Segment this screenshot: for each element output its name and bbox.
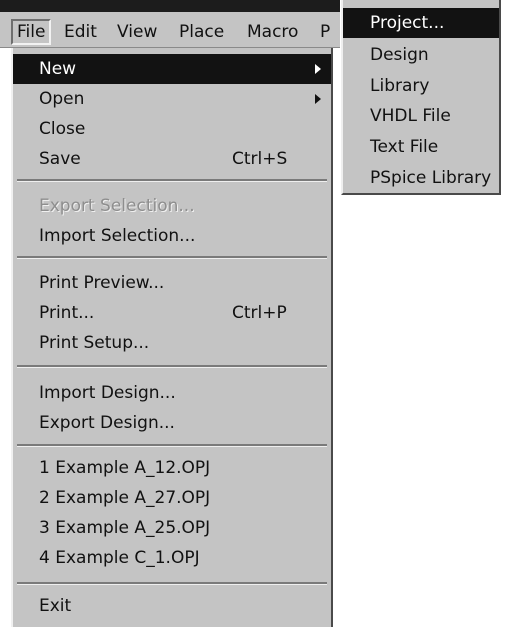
menu-item-recent-file[interactable]: 4 Example C_1.OPJ — [13, 543, 331, 573]
submenu-item-text-file[interactable]: Text File — [343, 132, 499, 162]
submenu-item-pspice-library[interactable]: PSpice Library — [343, 163, 499, 193]
menu-item-label: Print Preview... — [39, 273, 165, 293]
submenu-item-design[interactable]: Design — [343, 40, 499, 70]
menu-item-label: Print Setup... — [39, 333, 150, 353]
shortcut-label: Ctrl+S — [232, 149, 288, 169]
menu-item-label: 2 Example A_27.OPJ — [39, 488, 211, 508]
shortcut-label: Ctrl+P — [232, 303, 287, 323]
file-menu-dropdown: New Open Close Save Ctrl+S Export Select… — [11, 48, 333, 627]
menu-separator — [17, 582, 327, 585]
submenu-item-library[interactable]: Library — [343, 71, 499, 101]
menu-item-label: Save — [39, 149, 81, 169]
submenu-item-vhdl-file[interactable]: VHDL File — [343, 101, 499, 131]
menu-separator — [17, 444, 327, 447]
menu-pspice-truncated[interactable]: P — [320, 19, 330, 45]
title-bar-edge — [0, 0, 340, 12]
menu-item-label: Open — [39, 89, 85, 109]
menu-item-print-setup[interactable]: Print Setup... — [13, 328, 331, 358]
menu-item-exit[interactable]: Exit — [13, 591, 331, 621]
menu-item-recent-file[interactable]: 2 Example A_27.OPJ — [13, 483, 331, 513]
menu-item-label: Import Design... — [39, 383, 176, 403]
menu-place[interactable]: Place — [179, 19, 224, 45]
menu-item-label: 1 Example A_12.OPJ — [39, 458, 211, 478]
menu-item-label: Export Selection... — [39, 196, 195, 216]
menu-item-print[interactable]: Print... Ctrl+P — [13, 298, 331, 328]
menu-edit[interactable]: Edit — [64, 19, 97, 45]
menu-item-recent-file[interactable]: 1 Example A_12.OPJ — [13, 453, 331, 483]
menu-separator — [17, 179, 327, 182]
menu-item-label: Close — [39, 119, 86, 139]
menu-item-label: Export Design... — [39, 413, 175, 433]
menu-item-print-preview[interactable]: Print Preview... — [13, 268, 331, 298]
menu-separator — [17, 365, 327, 368]
menu-item-import-design[interactable]: Import Design... — [13, 378, 331, 408]
submenu-arrow-icon — [315, 64, 321, 74]
menu-item-label: 4 Example C_1.OPJ — [39, 548, 200, 568]
menu-item-export-design[interactable]: Export Design... — [13, 408, 331, 438]
menu-item-open[interactable]: Open — [13, 84, 331, 114]
menu-macro[interactable]: Macro — [247, 19, 298, 45]
menu-item-close[interactable]: Close — [13, 114, 331, 144]
menu-item-label: Exit — [39, 596, 72, 616]
menu-file[interactable]: File — [11, 19, 52, 45]
menu-bar: File Edit View Place Macro P — [0, 12, 340, 48]
menu-item-label: Print... — [39, 303, 95, 323]
new-submenu: Project... Design Library VHDL File Text… — [341, 0, 501, 195]
menu-separator — [17, 256, 327, 259]
menu-item-label: 3 Example A_25.OPJ — [39, 518, 211, 538]
submenu-arrow-icon — [315, 94, 321, 104]
menu-item-label: New — [39, 59, 77, 79]
submenu-item-project[interactable]: Project... — [343, 8, 499, 38]
menu-item-new[interactable]: New — [13, 54, 331, 84]
menu-item-export-selection: Export Selection... — [13, 191, 331, 221]
menu-item-label: Import Selection... — [39, 226, 196, 246]
menu-item-recent-file[interactable]: 3 Example A_25.OPJ — [13, 513, 331, 543]
menu-item-import-selection[interactable]: Import Selection... — [13, 221, 331, 251]
menu-view[interactable]: View — [117, 19, 157, 45]
menu-item-save[interactable]: Save Ctrl+S — [13, 144, 331, 174]
